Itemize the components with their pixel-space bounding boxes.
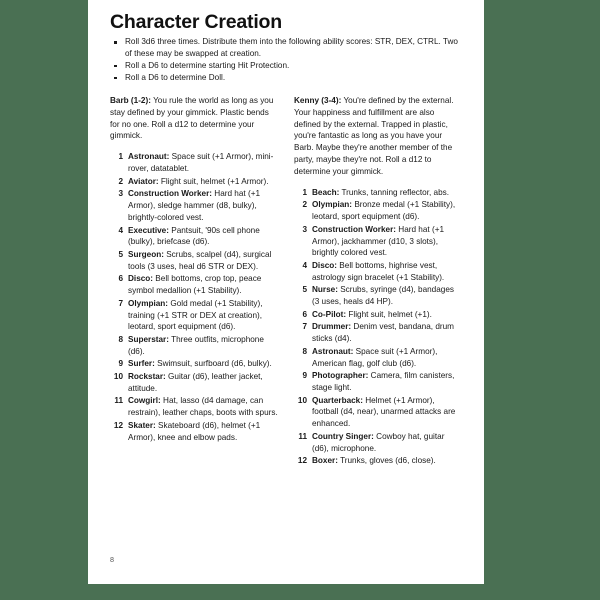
page-number: 8 bbox=[110, 555, 114, 564]
list-item: 11 Cowgirl: Hat, lasso (d4 damage, can re… bbox=[110, 395, 278, 419]
gimmick-name: Boxer: bbox=[312, 456, 338, 466]
gimmick-number: 11 bbox=[114, 396, 123, 406]
list-item: 8 Astronaut: Space suit (+1 Armor), Ameri… bbox=[294, 346, 462, 370]
doll-columns: Barb (1-2): You rule the world as long a… bbox=[110, 95, 462, 468]
gimmick-number: 12 bbox=[297, 456, 307, 466]
gimmick-name: Quarterback: bbox=[312, 395, 363, 405]
gimmick-text: Flight suit, helmet (+1). bbox=[346, 309, 432, 319]
gimmick-number: 3 bbox=[302, 224, 307, 234]
gimmick-name: Drummer: bbox=[312, 322, 352, 332]
gimmick-text: Trunks, tanning reflector, abs. bbox=[339, 187, 449, 197]
list-item: 7 Olympian: Gold medal (+1 Stability), tr… bbox=[110, 298, 278, 333]
list-item: 12 Boxer: Trunks, gloves (d6, close). bbox=[294, 455, 462, 467]
gimmick-number: 5 bbox=[302, 285, 307, 295]
list-item: 4 Disco: Bell bottoms, highrise vest, ast… bbox=[294, 260, 462, 284]
gimmick-name: Disco: bbox=[312, 260, 338, 270]
gimmick-number: 8 bbox=[302, 346, 307, 356]
gimmick-name: Olympian: bbox=[312, 200, 353, 210]
gimmick-text: Flight suit, helmet (+1 Armor). bbox=[158, 176, 269, 186]
gimmick-number: 2 bbox=[302, 200, 307, 210]
gimmick-text: Swimsuit, surfboard (d6, bulky). bbox=[154, 359, 272, 369]
gimmick-number: 12 bbox=[113, 420, 123, 430]
gimmick-number: 7 bbox=[118, 298, 123, 308]
kenny-intro: Kenny (3-4): You're defined by the exter… bbox=[294, 95, 462, 178]
barb-intro: Barb (1-2): You rule the world as long a… bbox=[110, 95, 278, 142]
gimmick-name: Nurse: bbox=[312, 285, 338, 295]
column-kenny: Kenny (3-4): You're defined by the exter… bbox=[294, 95, 462, 468]
barb-gimmick-list: 1 Astronaut: Space suit (+1 Armor), mini-… bbox=[110, 151, 278, 443]
gimmick-text: Trunks, gloves (d6, close). bbox=[337, 456, 436, 466]
gimmick-number: 11 bbox=[298, 431, 307, 441]
list-item: 8 Superstar: Three outfits, microphone (d… bbox=[110, 334, 278, 358]
gimmick-number: 5 bbox=[118, 249, 123, 259]
intro-rule-item: Roll 3d6 three times. Distribute them in… bbox=[110, 36, 462, 59]
gimmick-name: Cowgirl: bbox=[128, 396, 161, 406]
list-item: 10 Rockstar: Guitar (d6), leather jacket,… bbox=[110, 371, 278, 395]
gimmick-number: 10 bbox=[113, 372, 123, 382]
gimmick-name: Construction Worker: bbox=[312, 224, 397, 234]
list-item: 9 Surfer: Swimsuit, surfboard (d6, bulky)… bbox=[110, 358, 278, 370]
list-item: 6 Disco: Bell bottoms, crop top, peace sy… bbox=[110, 273, 278, 297]
gimmick-number: 9 bbox=[302, 371, 307, 381]
gimmick-number: 6 bbox=[118, 274, 123, 284]
gimmick-name: Skater: bbox=[128, 420, 156, 430]
gimmick-name: Rockstar: bbox=[128, 372, 166, 382]
gimmick-number: 7 bbox=[302, 322, 307, 332]
page-sheet: Character Creation Roll 3d6 three times.… bbox=[88, 0, 484, 584]
list-item: 2 Olympian: Bronze medal (+1 Stability), … bbox=[294, 199, 462, 223]
gimmick-number: 2 bbox=[118, 176, 123, 186]
list-item: 2 Aviator: Flight suit, helmet (+1 Armor)… bbox=[110, 176, 278, 188]
barb-heading: Barb (1-2): bbox=[110, 96, 151, 105]
page-title: Character Creation bbox=[110, 11, 282, 33]
list-item: 3 Construction Worker: Hard hat (+1 Armor… bbox=[294, 224, 462, 259]
gimmick-name: Country Singer: bbox=[312, 431, 374, 441]
intro-rule-item: Roll a D6 to determine Doll. bbox=[110, 72, 462, 84]
list-item: 3 Construction Worker: Hard hat (+1 Armor… bbox=[110, 188, 278, 223]
gimmick-name: Olympian: bbox=[128, 298, 169, 308]
gimmick-name: Surgeon: bbox=[128, 249, 164, 259]
gimmick-name: Astronaut: bbox=[312, 346, 354, 356]
column-barb: Barb (1-2): You rule the world as long a… bbox=[110, 95, 278, 468]
gimmick-name: Disco: bbox=[128, 274, 154, 284]
list-item: 1 Astronaut: Space suit (+1 Armor), mini-… bbox=[110, 151, 278, 175]
list-item: 5 Surgeon: Scrubs, scalpel (d4), surgical… bbox=[110, 249, 278, 273]
gimmick-name: Beach: bbox=[312, 187, 340, 197]
page-content: Character Creation Roll 3d6 three times.… bbox=[110, 11, 462, 468]
gimmick-number: 6 bbox=[302, 309, 307, 319]
list-item: 10 Quarterback: Helmet (+1 Armor), footba… bbox=[294, 395, 462, 430]
gimmick-number: 3 bbox=[118, 189, 123, 199]
gimmick-number: 4 bbox=[302, 260, 307, 270]
gimmick-name: Astronaut: bbox=[128, 152, 170, 162]
list-item: 1 Beach: Trunks, tanning reflector, abs. bbox=[294, 187, 462, 199]
gimmick-name: Executive: bbox=[128, 225, 169, 235]
list-item: 4 Executive: Pantsuit, '90s cell phone (b… bbox=[110, 225, 278, 249]
gimmick-number: 10 bbox=[297, 395, 307, 405]
list-item: 12 Skater: Skateboard (d6), helmet (+1 Ar… bbox=[110, 420, 278, 444]
list-item: 7 Drummer: Denim vest, bandana, drum stic… bbox=[294, 321, 462, 345]
kenny-intro-text: You're defined by the external. Your hap… bbox=[294, 96, 454, 176]
list-item: 9 Photographer: Camera, film canisters, s… bbox=[294, 370, 462, 394]
gimmick-number: 1 bbox=[118, 152, 123, 162]
gimmick-name: Surfer: bbox=[128, 359, 155, 369]
gimmick-name: Construction Worker: bbox=[128, 189, 213, 199]
intro-rules-list: Roll 3d6 three times. Distribute them in… bbox=[110, 36, 462, 84]
gimmick-number: 9 bbox=[118, 359, 123, 369]
gimmick-name: Aviator: bbox=[128, 176, 159, 186]
gimmick-number: 1 bbox=[302, 187, 307, 197]
kenny-gimmick-list: 1 Beach: Trunks, tanning reflector, abs. … bbox=[294, 187, 462, 467]
gimmick-number: 8 bbox=[118, 335, 123, 345]
gimmick-name: Photographer: bbox=[312, 371, 369, 381]
list-item: 11 Country Singer: Cowboy hat, guitar (d6… bbox=[294, 431, 462, 455]
intro-rule-item: Roll a D6 to determine starting Hit Prot… bbox=[110, 60, 462, 72]
gimmick-name: Co-Pilot: bbox=[312, 309, 347, 319]
gimmick-name: Superstar: bbox=[128, 335, 169, 345]
kenny-heading: Kenny (3-4): bbox=[294, 96, 342, 105]
gimmick-number: 4 bbox=[118, 225, 123, 235]
list-item: 6 Co-Pilot: Flight suit, helmet (+1). bbox=[294, 309, 462, 321]
list-item: 5 Nurse: Scrubs, syringe (d4), bandages (… bbox=[294, 284, 462, 308]
